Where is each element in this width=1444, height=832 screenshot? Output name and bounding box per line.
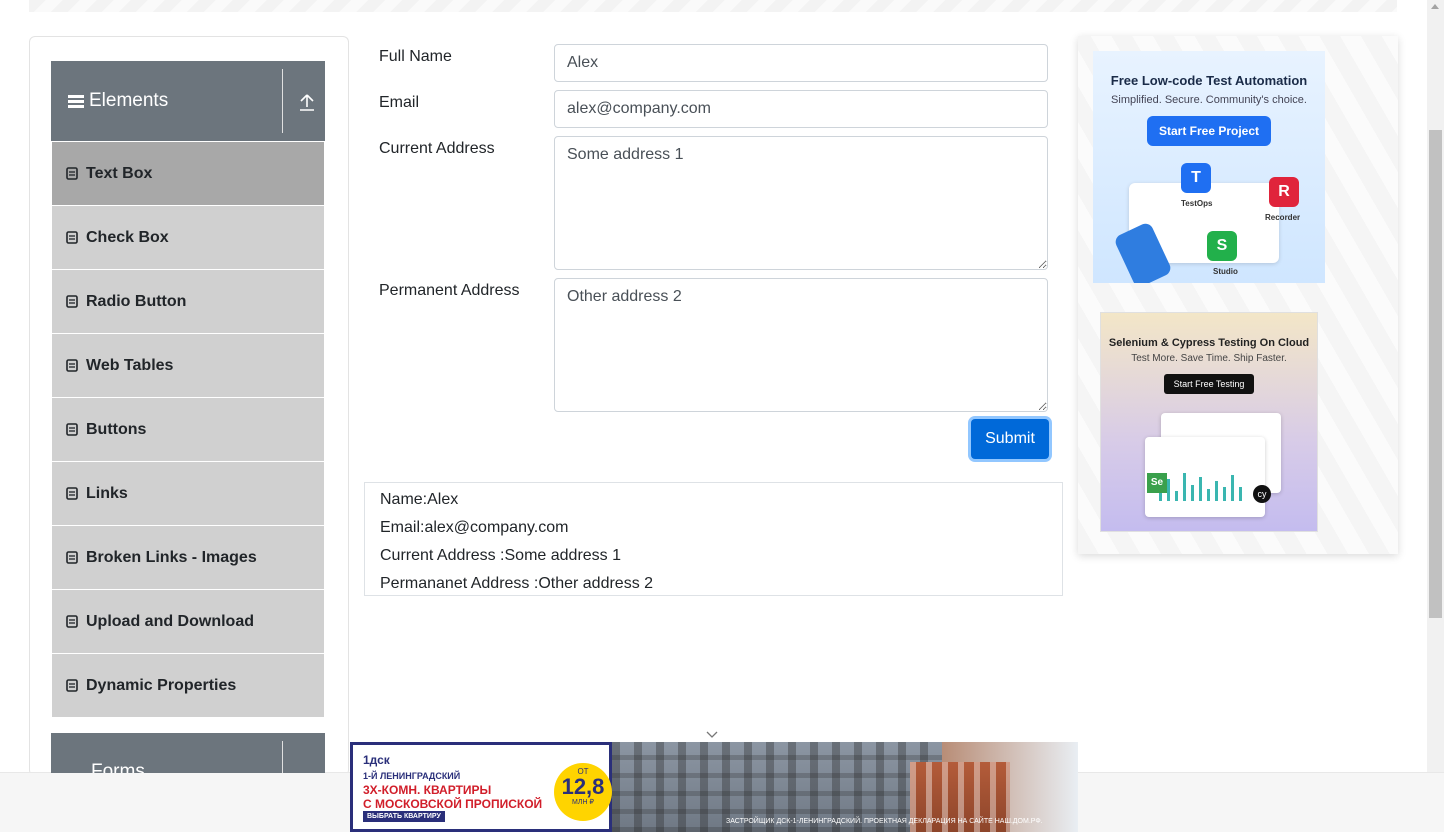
- katalon-ad[interactable]: Free Low-code Test Automation Simplified…: [1093, 51, 1325, 283]
- selenium-logo-icon: Se: [1147, 473, 1167, 493]
- cypress-logo-icon: cy: [1253, 485, 1271, 503]
- ad2-subtext: Test More. Save Time. Ship Faster.: [1131, 353, 1287, 364]
- forms-group-header[interactable]: Forms: [51, 733, 325, 773]
- output-box: Name:Alex Email:alex@company.com Current…: [364, 482, 1063, 596]
- output-permanent-address: Permananet Address :Other address 2: [380, 575, 654, 592]
- full-name-label: Full Name: [379, 48, 452, 65]
- sidebar-item-label: Upload and Download: [86, 612, 254, 630]
- sidebar-item-label: Links: [86, 484, 128, 502]
- banner-headline-line-1: 3Х-КОМН. КВАРТИРЫ: [363, 783, 492, 797]
- output-name: Name:Alex: [380, 491, 459, 508]
- permanent-address-textarea[interactable]: Other address 2: [554, 278, 1048, 412]
- file-icon: [66, 423, 78, 436]
- ad1-headline: Free Low-code Test Automation: [1110, 73, 1308, 88]
- hamburger-icon: [68, 94, 84, 108]
- sidebar-item-check-box[interactable]: Check Box: [51, 206, 325, 270]
- right-ad-panel: Free Low-code Test Automation Simplified…: [1078, 36, 1398, 554]
- ad1-subtext: Simplified. Secure. Community's choice.: [1111, 94, 1307, 106]
- forms-group-title: Forms: [91, 761, 145, 773]
- file-icon: [66, 295, 78, 308]
- elements-group-header[interactable]: Elements: [51, 61, 325, 141]
- sidebar-item-label: Check Box: [86, 228, 169, 246]
- banner-headline-line-2: С МОСКОВСКОЙ ПРОПИСКОЙ: [363, 797, 543, 811]
- file-icon: [66, 231, 78, 244]
- file-icon: [66, 615, 78, 628]
- banner-text-panel: 1дск 1-Й ЛЕНИНГРАДСКИЙ 3Х-КОМН. КВАРТИРЫ…: [350, 742, 612, 832]
- sidebar-item-text-box[interactable]: Text Box: [51, 142, 325, 206]
- chevron-down-icon[interactable]: [706, 728, 718, 740]
- banner-brand-logo: 1дск: [363, 753, 390, 767]
- bottom-banner-ad[interactable]: 1дск 1-Й ЛЕНИНГРАДСКИЙ 3Х-КОМН. КВАРТИРЫ…: [350, 742, 1078, 832]
- sidebar-item-label: Buttons: [86, 420, 147, 438]
- file-icon: [66, 551, 78, 564]
- ad2-headline: Selenium & Cypress Testing On Cloud: [1108, 337, 1310, 349]
- sidebar-item-broken-links-images[interactable]: Broken Links - Images: [51, 526, 325, 590]
- banner-cta[interactable]: ВЫБРАТЬ КВАРТИРУ: [363, 811, 445, 822]
- banner-price-value: 12,8: [561, 774, 605, 799]
- lambdatest-ad[interactable]: Selenium & Cypress Testing On Cloud Test…: [1100, 312, 1318, 532]
- permanent-address-label: Permanent Address: [379, 282, 520, 299]
- banner-disclaimer: ЗАСТРОЙЩИК ДСК-1-ЛЕНИНГРАДСКИЙ. ПРОЕКТНА…: [726, 818, 1043, 825]
- sidebar-item-links[interactable]: Links: [51, 462, 325, 526]
- sidebar-item-dynamic-properties[interactable]: Dynamic Properties: [51, 654, 325, 718]
- sidebar-item-upload-and-download[interactable]: Upload and Download: [51, 590, 325, 654]
- full-name-input[interactable]: [554, 44, 1048, 82]
- file-icon: [66, 359, 78, 372]
- email-input[interactable]: [554, 90, 1048, 128]
- testops-logo-icon: T: [1181, 163, 1211, 193]
- sidebar-item-label: Broken Links - Images: [86, 548, 257, 566]
- sidebar-item-label: Web Tables: [86, 356, 174, 374]
- vertical-scrollbar[interactable]: [1427, 0, 1444, 772]
- sidebar-item-label: Dynamic Properties: [86, 676, 237, 694]
- email-label: Email: [379, 94, 420, 111]
- banner-headline: 3Х-КОМН. КВАРТИРЫ С МОСКОВСКОЙ ПРОПИСКОЙ: [363, 783, 542, 811]
- ad1-label-studio: Studio: [1213, 267, 1238, 276]
- output-current-address: Current Address :Some address 1: [380, 547, 622, 564]
- current-address-label: Current Address: [379, 140, 495, 157]
- group-title: Elements: [89, 90, 169, 111]
- ad1-label-testops: TestOps: [1181, 199, 1213, 208]
- sidebar-item-radio-button[interactable]: Radio Button: [51, 270, 325, 334]
- sidebar-item-label: Radio Button: [86, 292, 187, 310]
- banner-subtitle: 1-Й ЛЕНИНГРАДСКИЙ: [363, 771, 461, 781]
- sidebar-item-buttons[interactable]: Buttons: [51, 398, 325, 462]
- submit-button[interactable]: Submit: [971, 419, 1049, 459]
- output-email: Email:alex@company.com: [380, 519, 569, 536]
- studio-logo-icon: S: [1207, 231, 1237, 261]
- collapse-up-icon[interactable]: [299, 93, 315, 111]
- banner-price-badge: ОТ 12,8 МЛН ₽: [554, 763, 612, 821]
- elements-menu-list: Text Box Check Box Radio Button Web Tabl…: [51, 142, 325, 718]
- recorder-logo-icon: R: [1269, 177, 1299, 207]
- top-decorative-strip: [29, 0, 1397, 12]
- banner-price-unit: МЛН ₽: [572, 799, 594, 806]
- sidebar-item-web-tables[interactable]: Web Tables: [51, 334, 325, 398]
- scrollbar-thumb[interactable]: [1429, 130, 1442, 618]
- left-sidebar: Elements Text Box Check Box Radio Button…: [29, 36, 349, 776]
- file-icon: [66, 487, 78, 500]
- ad1-cta-button[interactable]: Start Free Project: [1146, 116, 1272, 146]
- ad2-cta-button[interactable]: Start Free Testing: [1163, 374, 1255, 394]
- file-icon: [66, 167, 78, 180]
- sidebar-item-label: Text Box: [86, 164, 153, 182]
- scroll-up-arrow-icon[interactable]: [1431, 4, 1439, 9]
- current-address-textarea[interactable]: Some address 1: [554, 136, 1048, 270]
- file-icon: [66, 679, 78, 692]
- ad1-label-recorder: Recorder: [1265, 213, 1301, 222]
